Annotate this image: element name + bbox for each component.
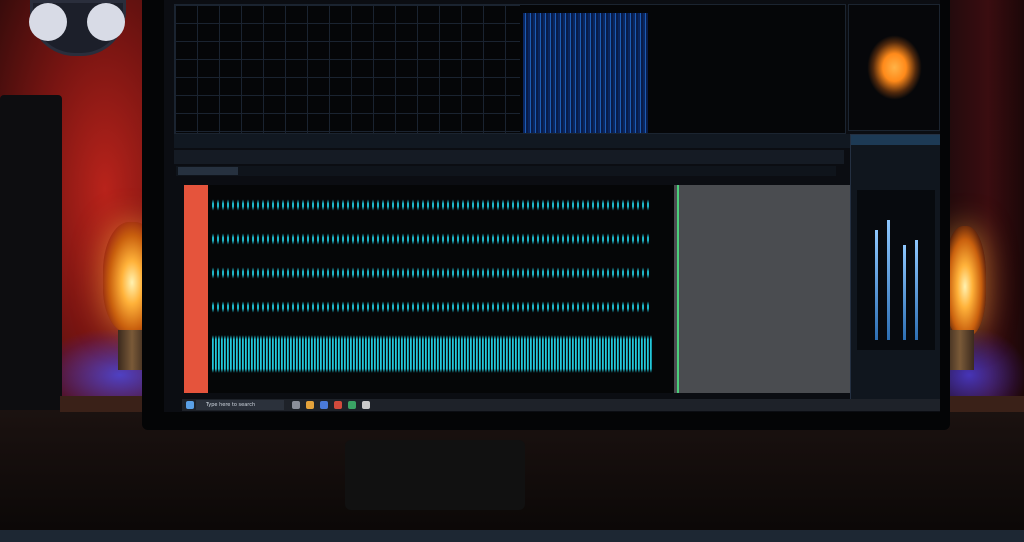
analysis-panel [174,4,846,134]
waveform-3 [212,259,652,287]
app-icon[interactable] [362,401,370,409]
photo-scene: Type here to search [0,0,1024,542]
edison-bulb-right [944,226,986,336]
tab-bar [176,166,836,176]
monitor-stand [345,440,525,510]
lamp-base-right [946,330,974,370]
spectrogram-view [523,13,648,133]
app-icon[interactable] [348,401,356,409]
right-panel-title [851,135,940,145]
right-meter-panel [850,134,940,406]
start-icon[interactable] [186,401,194,409]
app-icon[interactable] [306,401,314,409]
waveform-4 [212,293,652,321]
waveform-grid-view [175,5,520,133]
vectorscope-plot [867,35,922,100]
headphone-cup-left [29,3,67,41]
tab-1[interactable] [178,167,208,175]
vectorscope-panel [848,4,940,131]
level-meter [857,190,935,350]
waveform-lane-5[interactable] [212,333,652,375]
waveform-1 [212,191,652,219]
bottom-bar [0,530,1024,542]
meter-bar-r [887,220,890,340]
windows-taskbar: Type here to search [182,399,940,411]
waveform-lane-4[interactable] [212,293,652,321]
taskbar-search-text: Type here to search [206,402,256,408]
meter-bar-3 [903,245,906,340]
waveform-lane-1[interactable] [212,191,652,219]
app-icon[interactable] [292,401,300,409]
waveform-lane-2[interactable] [212,225,652,253]
editor-toolbar[interactable] [174,134,850,148]
multitrack-waveform-view[interactable] [184,185,854,393]
meter-bar-l [875,230,878,340]
track-header-strip[interactable] [184,185,208,393]
app-icon[interactable] [334,401,342,409]
monitor-screen: Type here to search [164,0,940,412]
menu-row[interactable] [174,150,844,164]
playhead[interactable] [677,185,679,393]
monitor: Type here to search [142,0,950,430]
app-icon[interactable] [320,401,328,409]
headphone-cup-right [87,3,125,41]
waveform-5 [212,333,652,375]
waveform-lane-3[interactable] [212,259,652,287]
tab-2[interactable] [208,167,238,175]
waveform-2 [212,225,652,253]
selection-region[interactable] [674,185,854,393]
meter-bar-4 [915,240,918,340]
taskbar-search[interactable]: Type here to search [196,400,284,410]
